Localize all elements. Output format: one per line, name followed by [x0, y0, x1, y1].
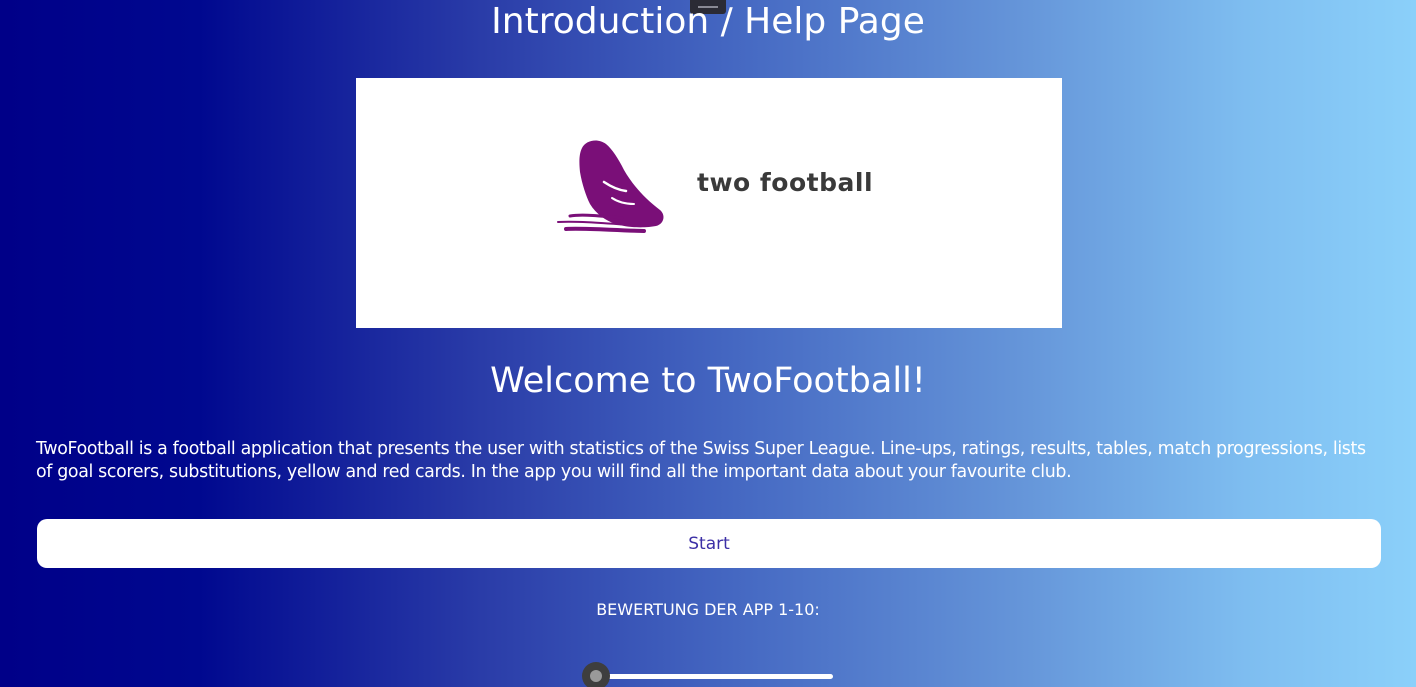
start-button[interactable]: Start: [37, 519, 1381, 568]
welcome-heading: Welcome to TwoFootball!: [490, 361, 926, 401]
app-description: TwoFootball is a football application th…: [36, 439, 1366, 482]
rating-slider-thumb[interactable]: [582, 662, 610, 687]
brand-text: two football: [697, 168, 874, 197]
rating-slider-track[interactable]: [596, 674, 833, 679]
rating-label: BEWERTUNG DER APP 1-10:: [596, 600, 820, 619]
page-title: Introduction / Help Page: [491, 1, 925, 42]
football-boot-icon: [557, 140, 664, 233]
brand-banner: two football: [356, 78, 1062, 328]
